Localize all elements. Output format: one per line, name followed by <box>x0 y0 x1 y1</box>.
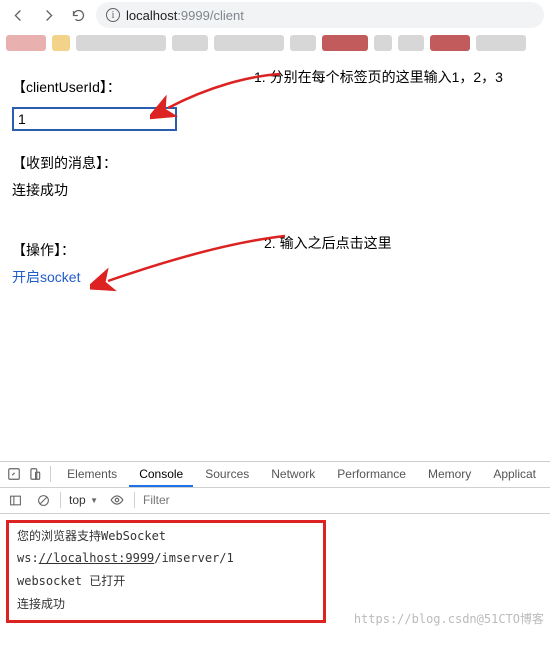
console-highlight-box: 您的浏览器支持WebSocket ws://localhost:9999/ims… <box>6 520 326 623</box>
operation-label: 【操作】： <box>12 237 538 264</box>
console-toolbar: top ▼ <box>0 488 550 514</box>
received-label: 【收到的消息】： <box>12 150 538 177</box>
tab-memory[interactable]: Memory <box>418 461 481 487</box>
received-message: 连接成功 <box>12 177 538 204</box>
inspect-icon[interactable] <box>4 467 23 481</box>
scope-select[interactable]: top <box>67 493 100 507</box>
console-filter-input[interactable] <box>141 491 546 509</box>
device-icon[interactable] <box>25 467 44 481</box>
info-icon: i <box>106 8 120 22</box>
url-text: localhost:9999/client <box>126 8 244 23</box>
devtools-tabs: Elements Console Sources Network Perform… <box>0 462 550 488</box>
tab-console[interactable]: Console <box>129 461 193 487</box>
scope-select-wrap[interactable]: top <box>67 493 100 507</box>
divider <box>134 492 135 508</box>
console-sidebar-icon[interactable] <box>4 494 26 507</box>
tab-elements[interactable]: Elements <box>57 461 127 487</box>
watermark: https://blog.csdn@51CTO博客 <box>354 608 544 631</box>
bookmarks-bar <box>0 30 550 56</box>
tab-network[interactable]: Network <box>261 461 325 487</box>
back-button[interactable] <box>6 3 30 27</box>
console-line: 您的浏览器支持WebSocket <box>17 525 315 548</box>
open-socket-link[interactable]: 开启socket <box>12 269 80 285</box>
console-line: websocket 已打开 <box>17 570 315 593</box>
clear-console-icon[interactable] <box>32 494 54 507</box>
console-line: 连接成功 <box>17 593 315 616</box>
forward-button[interactable] <box>36 3 60 27</box>
eye-icon[interactable] <box>106 493 128 507</box>
console-line: ws://localhost:9999/imserver/1 <box>17 547 315 570</box>
console-body: 您的浏览器支持WebSocket ws://localhost:9999/ims… <box>0 514 550 633</box>
arrow-left-icon <box>11 8 26 23</box>
tab-application[interactable]: Applicat <box>483 461 546 487</box>
client-id-label: 【clientUserId】： <box>12 74 538 101</box>
client-id-input[interactable] <box>12 107 177 131</box>
reload-button[interactable] <box>66 3 90 27</box>
reload-icon <box>71 8 86 23</box>
arrow-right-icon <box>41 8 56 23</box>
divider <box>60 492 61 508</box>
tab-performance[interactable]: Performance <box>327 461 416 487</box>
divider <box>50 466 51 482</box>
address-bar[interactable]: i localhost:9999/client <box>96 2 544 28</box>
devtools-panel: Elements Console Sources Network Perform… <box>0 461 550 633</box>
browser-toolbar: i localhost:9999/client <box>0 0 550 30</box>
page-content: 【clientUserId】： 【收到的消息】： 连接成功 【操作】： 开启so… <box>0 56 550 461</box>
tab-sources[interactable]: Sources <box>195 461 259 487</box>
